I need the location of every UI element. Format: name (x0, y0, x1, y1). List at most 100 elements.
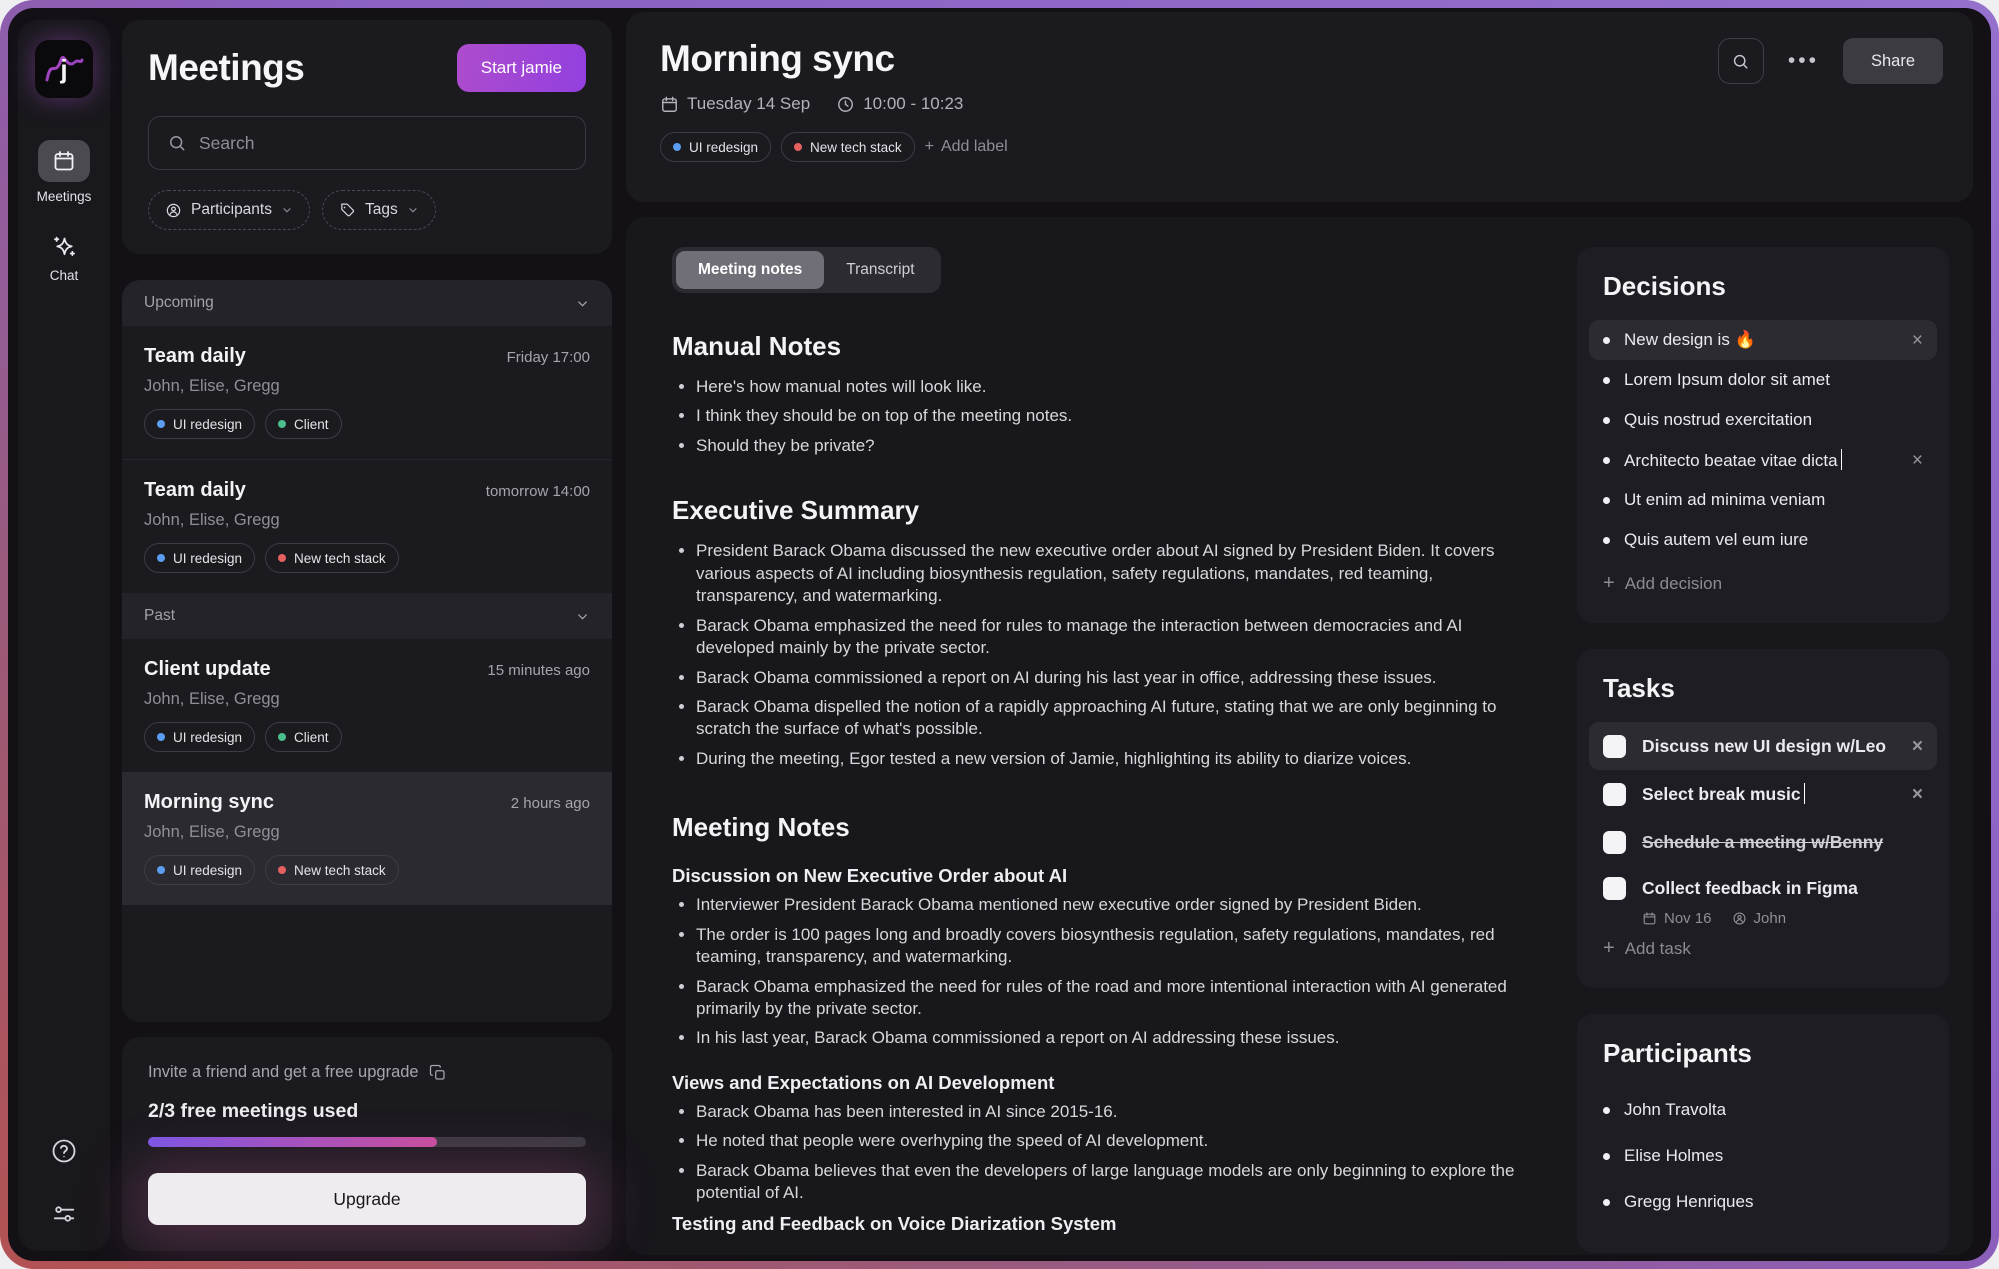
chevron-down-icon[interactable] (575, 609, 590, 624)
meeting-time: Friday 17:00 (507, 349, 590, 366)
meetings-title: Meetings (148, 47, 304, 89)
bullet-dot (1603, 377, 1610, 384)
decision-text: Ut enim ad minima veniam (1624, 490, 1825, 510)
checkbox[interactable] (1603, 783, 1626, 806)
plus-icon: + (1603, 937, 1615, 960)
tag-pill: UI redesign (144, 409, 255, 439)
share-button[interactable]: Share (1843, 38, 1943, 84)
tag-pill: Client (265, 409, 342, 439)
meeting-list-item[interactable]: Team daily Friday 17:00 John, Elise, Gre… (122, 326, 612, 459)
decision-item[interactable]: Quis autem vel eum iure (1603, 520, 1923, 560)
add-task-button[interactable]: + Add task (1603, 937, 1923, 960)
participant-name: Gregg Henriques (1624, 1192, 1753, 1212)
meetings-column: Meetings Start jamie (122, 8, 612, 1261)
help-icon[interactable] (50, 1137, 78, 1165)
decision-item[interactable]: Ut enim ad minima veniam (1603, 480, 1923, 520)
search-button[interactable] (1718, 38, 1764, 84)
tags-filter[interactable]: Tags (322, 190, 436, 230)
meeting-title: Morning sync (144, 791, 274, 814)
meeting-list-item-selected[interactable]: Morning sync 2 hours ago John, Elise, Gr… (122, 772, 612, 905)
tab-meeting-notes[interactable]: Meeting notes (676, 251, 824, 289)
close-icon[interactable]: × (1912, 451, 1923, 470)
search-input[interactable] (199, 133, 567, 154)
start-jamie-button[interactable]: Start jamie (457, 44, 586, 92)
meeting-content-panel: Meeting notes Transcript Manual Notes He… (626, 217, 1973, 1255)
chevron-down-icon[interactable] (575, 296, 590, 311)
meeting-header-panel: Morning sync Tuesday 14 Sep (626, 12, 1973, 202)
checkbox[interactable] (1603, 877, 1626, 900)
task-item-editing[interactable]: Select break music × (1603, 770, 1923, 818)
tag-dot (673, 143, 681, 151)
logo-letter: j (60, 54, 67, 85)
meeting-time: 15 minutes ago (487, 662, 590, 679)
task-assignee: John (1732, 910, 1787, 927)
close-icon[interactable]: × (1912, 331, 1923, 350)
bullet-dot (1603, 417, 1610, 424)
decision-item-editing[interactable]: Architecto beatae vitae dicta × (1603, 440, 1923, 480)
search-field[interactable] (148, 116, 586, 170)
tag-pill: New tech stack (265, 543, 399, 573)
meeting-list-item[interactable]: Team daily tomorrow 14:00 John, Elise, G… (122, 459, 612, 593)
app-logo[interactable]: j (35, 40, 93, 98)
note-bullet: Here's how manual notes will look like. (672, 376, 1533, 398)
participant-name: John Travolta (1624, 1100, 1726, 1120)
meeting-list-item[interactable]: Client update 15 minutes ago John, Elise… (122, 639, 612, 772)
copy-icon[interactable] (429, 1064, 447, 1082)
tag-dot (157, 420, 165, 428)
meeting-time: tomorrow 14:00 (486, 483, 590, 500)
bullet-list: Interviewer President Barack Obama menti… (672, 894, 1533, 1050)
subsection-heading: Discussion on New Executive Order about … (672, 865, 1533, 887)
checkbox[interactable] (1603, 735, 1626, 758)
notes-tabs: Meeting notes Transcript (672, 247, 941, 293)
close-icon[interactable]: × (1912, 737, 1923, 756)
bullet-dot (1603, 457, 1610, 464)
tasks-title: Tasks (1603, 673, 1923, 704)
note-bullet: During the meeting, Egor tested a new ve… (672, 748, 1533, 770)
tags-filter-label: Tags (365, 201, 398, 219)
decision-item[interactable]: New design is 🔥 × (1589, 320, 1937, 360)
task-text: Schedule a meeting w/Benny (1642, 832, 1883, 853)
tag-dot (278, 733, 286, 741)
add-label-button[interactable]: +Add label (925, 138, 1008, 156)
decision-item[interactable]: Quis nostrud exercitation (1603, 400, 1923, 440)
tag-dot (794, 143, 802, 151)
calendar-icon (38, 140, 90, 182)
sidebar-item-chat[interactable]: Chat (50, 234, 79, 283)
bullet-dot (1603, 497, 1610, 504)
section-header-past[interactable]: Past (122, 593, 612, 639)
sidebar-item-meetings[interactable]: Meetings (37, 140, 92, 204)
usage-progress-fill (148, 1137, 437, 1147)
tag-dot (157, 554, 165, 562)
invite-text: Invite a friend and get a free upgrade (148, 1063, 419, 1082)
tab-transcript[interactable]: Transcript (824, 251, 936, 289)
icon-rail: j Meetings Chat (18, 20, 110, 1251)
decision-item[interactable]: Lorem Ipsum dolor sit amet (1603, 360, 1923, 400)
close-icon[interactable]: × (1912, 785, 1923, 804)
task-item[interactable]: Discuss new UI design w/Leo × (1589, 722, 1937, 770)
note-bullet: The order is 100 pages long and broadly … (672, 924, 1533, 969)
tag-dot (157, 733, 165, 741)
checkbox[interactable] (1603, 831, 1626, 854)
note-bullet: Barack Obama has been interested in AI s… (672, 1101, 1533, 1123)
label-pill[interactable]: New tech stack (781, 132, 915, 162)
meeting-title: Team daily (144, 345, 246, 368)
bullet-dot (1603, 1107, 1610, 1114)
upgrade-button[interactable]: Upgrade (148, 1173, 586, 1225)
sidebar-item-label: Meetings (37, 189, 92, 204)
more-options-button[interactable]: ••• (1788, 49, 1819, 73)
meeting-time-range: 10:00 - 10:23 (836, 94, 963, 114)
decisions-card: Decisions New design is 🔥 × Lorem Ipsum … (1577, 247, 1949, 623)
note-bullet: Should they be private? (672, 435, 1533, 457)
settings-sliders-icon[interactable] (51, 1201, 77, 1227)
app-window: j Meetings Chat (8, 8, 1991, 1261)
task-item-completed[interactable]: Schedule a meeting w/Benny (1603, 818, 1923, 866)
tag-icon (339, 202, 356, 219)
participants-filter[interactable]: Participants (148, 190, 310, 230)
label-pill[interactable]: UI redesign (660, 132, 771, 162)
task-text: Discuss new UI design w/Leo (1642, 736, 1886, 757)
participant-item: John Travolta (1603, 1087, 1923, 1133)
task-item[interactable]: Collect feedback in Figma Nov 16 (1603, 868, 1923, 927)
section-header-upcoming[interactable]: Upcoming (122, 280, 612, 326)
add-decision-button[interactable]: + Add decision (1603, 572, 1923, 595)
participants-filter-label: Participants (191, 201, 272, 219)
